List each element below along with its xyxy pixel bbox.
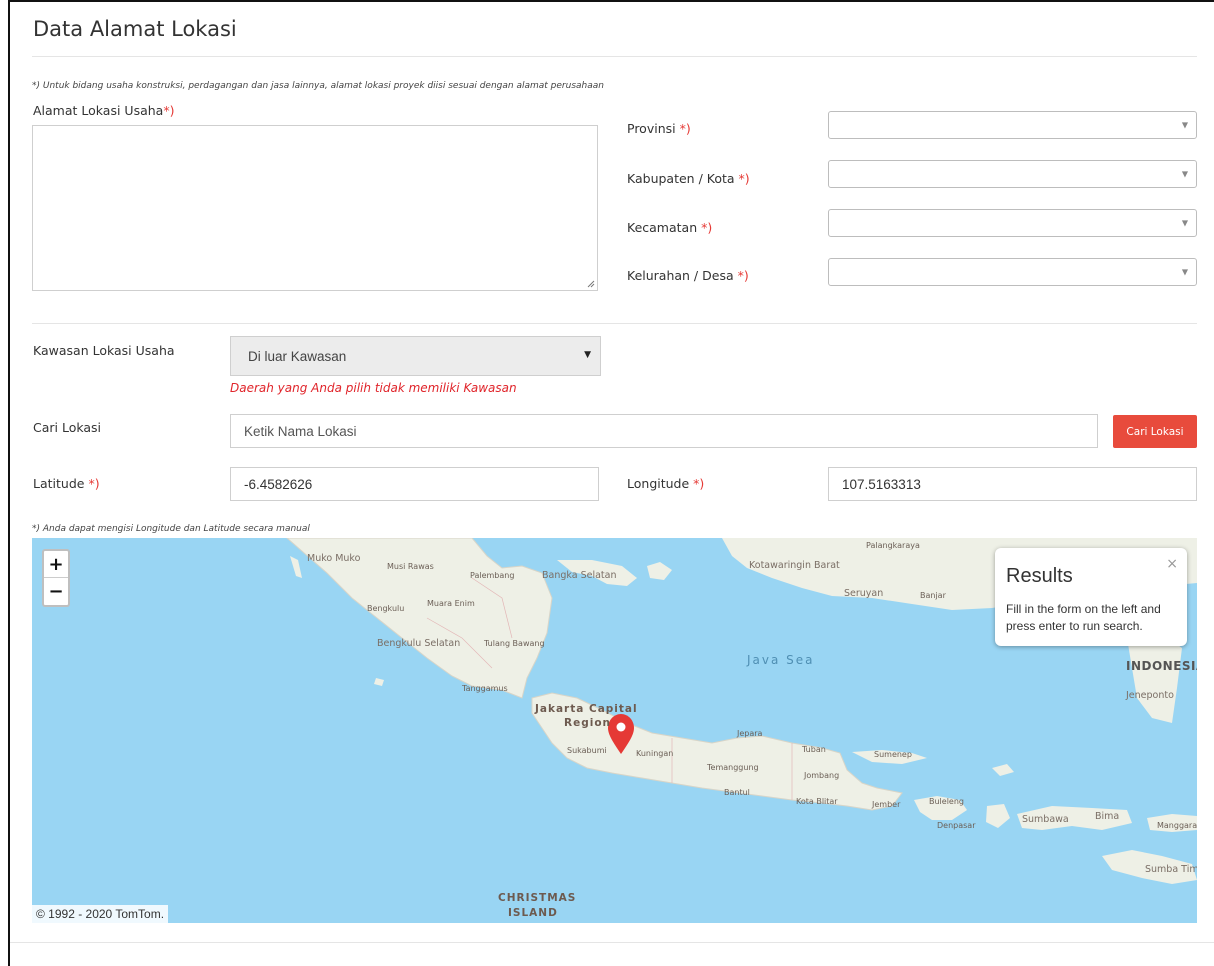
map-label: Jombang [804, 771, 840, 780]
map-label: Palembang [470, 571, 515, 580]
manual-coords-note: *) Anda dapat mengisi Longitude dan Lati… [32, 524, 310, 534]
map-label: Kotawaringin Barat [749, 560, 840, 571]
map-label: Java Sea [747, 653, 815, 667]
results-panel: × Results Fill in the form on the left a… [995, 548, 1187, 646]
divider [32, 323, 1197, 324]
map-label: Bengkulu [367, 604, 405, 613]
map-view[interactable]: Muko Muko Musi Rawas Palembang Bangka Se… [32, 538, 1197, 923]
longitude-input[interactable]: 107.5163313 [828, 467, 1197, 501]
provinsi-label: Provinsi *) [627, 121, 691, 136]
chevron-down-icon: ▼ [1181, 218, 1188, 228]
zoom-in-button[interactable]: + [44, 551, 68, 578]
map-label: Banjar [920, 591, 946, 600]
close-icon[interactable]: × [1166, 556, 1178, 572]
address-textarea[interactable] [32, 125, 598, 291]
map-attribution: © 1992 - 2020 TomTom. [32, 905, 169, 923]
kabupaten-label: Kabupaten / Kota *) [627, 171, 750, 186]
section-title: Data Alamat Lokasi [33, 17, 237, 41]
map-label: Kuningan [636, 749, 674, 758]
search-label: Cari Lokasi [33, 420, 102, 435]
map-label: Sukabumi [567, 746, 607, 755]
map-label: CHRISTMAS [498, 892, 577, 904]
chevron-down-icon: ▼ [1181, 267, 1188, 277]
kawasan-label: Kawasan Lokasi Usaha [33, 343, 175, 358]
divider [10, 942, 1214, 943]
map-label: Bangka Selatan [542, 570, 617, 581]
map-label: Jember [872, 800, 901, 809]
map-label: Manggarai [1157, 821, 1197, 830]
map-label: Bima [1095, 811, 1120, 822]
divider [32, 56, 1197, 57]
map-label: Tulang Bawang [484, 639, 545, 648]
chevron-down-icon: ▼ [1181, 120, 1188, 130]
map-label: Temanggung [707, 763, 759, 772]
map-label: Tanggamus [462, 684, 508, 693]
map-label: ISLAND [508, 907, 558, 919]
chevron-down-icon: ▼ [584, 350, 591, 360]
map-label: Sumba Timu [1145, 864, 1197, 875]
provinsi-select[interactable]: ▼ [828, 111, 1197, 139]
zoom-control: + − [42, 549, 70, 607]
map-label: Seruyan [844, 588, 884, 599]
map-label: Bengkulu Selatan [377, 638, 461, 649]
construction-note: *) Untuk bidang usaha konstruksi, perdag… [32, 81, 604, 91]
resize-handle-icon[interactable] [587, 280, 595, 288]
kawasan-select[interactable]: Di luar Kawasan ▼ [230, 336, 601, 376]
map-label: Denpasar [937, 821, 976, 830]
latitude-label: Latitude *) [33, 476, 100, 491]
kawasan-warning: Daerah yang Anda pilih tidak memiliki Ka… [230, 381, 517, 395]
kecamatan-label: Kecamatan *) [627, 220, 713, 235]
map-label: Jakarta Capital [535, 703, 638, 715]
map-label: Jeneponto [1126, 690, 1174, 701]
map-label: Bantul [724, 788, 750, 797]
search-input[interactable]: Ketik Nama Lokasi [230, 414, 1098, 448]
longitude-value: 107.5163313 [842, 476, 921, 492]
chevron-down-icon: ▼ [1181, 169, 1188, 179]
map-label: Sumenep [874, 750, 912, 759]
kelurahan-select[interactable]: ▼ [828, 258, 1197, 286]
map-label: Palangkaraya [866, 541, 920, 550]
address-label: Alamat Lokasi Usaha*) [33, 103, 175, 118]
map-label: Region [564, 717, 612, 729]
search-placeholder: Ketik Nama Lokasi [244, 423, 357, 439]
map-label: Sumbawa [1022, 814, 1069, 825]
search-button[interactable]: Cari Lokasi [1113, 415, 1197, 448]
results-body: Fill in the form on the left and press e… [1006, 602, 1161, 633]
latitude-input[interactable]: -6.4582626 [230, 467, 599, 501]
latitude-value: -6.4582626 [244, 476, 313, 492]
map-label: Muko Muko [307, 553, 361, 564]
map-label: Jepara [737, 729, 763, 738]
kawasan-value: Di luar Kawasan [248, 349, 347, 364]
longitude-label: Longitude *) [627, 476, 705, 491]
map-label: Buleleng [929, 797, 964, 806]
map-label: Muara Enim [427, 599, 475, 608]
map-label: Kota Blitar [796, 797, 838, 806]
map-label: INDONESIA [1126, 659, 1197, 673]
map-label: Tuban [802, 745, 826, 754]
zoom-out-button[interactable]: − [44, 578, 68, 605]
kabupaten-select[interactable]: ▼ [828, 160, 1197, 188]
kecamatan-select[interactable]: ▼ [828, 209, 1197, 237]
kelurahan-label: Kelurahan / Desa *) [627, 268, 749, 283]
results-title: Results [1006, 565, 1073, 587]
map-label: Musi Rawas [387, 562, 434, 571]
